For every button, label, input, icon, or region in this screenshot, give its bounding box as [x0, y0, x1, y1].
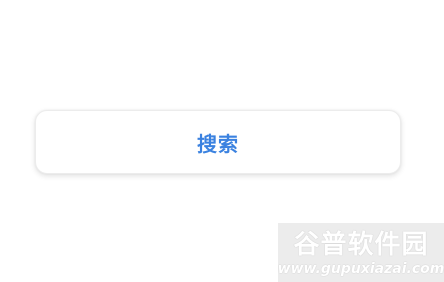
search-button[interactable]: 搜索	[35, 110, 401, 174]
search-button-label: 搜索	[197, 131, 239, 156]
page: 搜索 谷普软件园 www.gupuxiazai.com	[0, 0, 444, 282]
watermark-title: 谷普软件园	[293, 229, 429, 260]
watermark: 谷普软件园 www.gupuxiazai.com	[278, 223, 444, 282]
watermark-url: www.gupuxiazai.com	[277, 260, 444, 277]
